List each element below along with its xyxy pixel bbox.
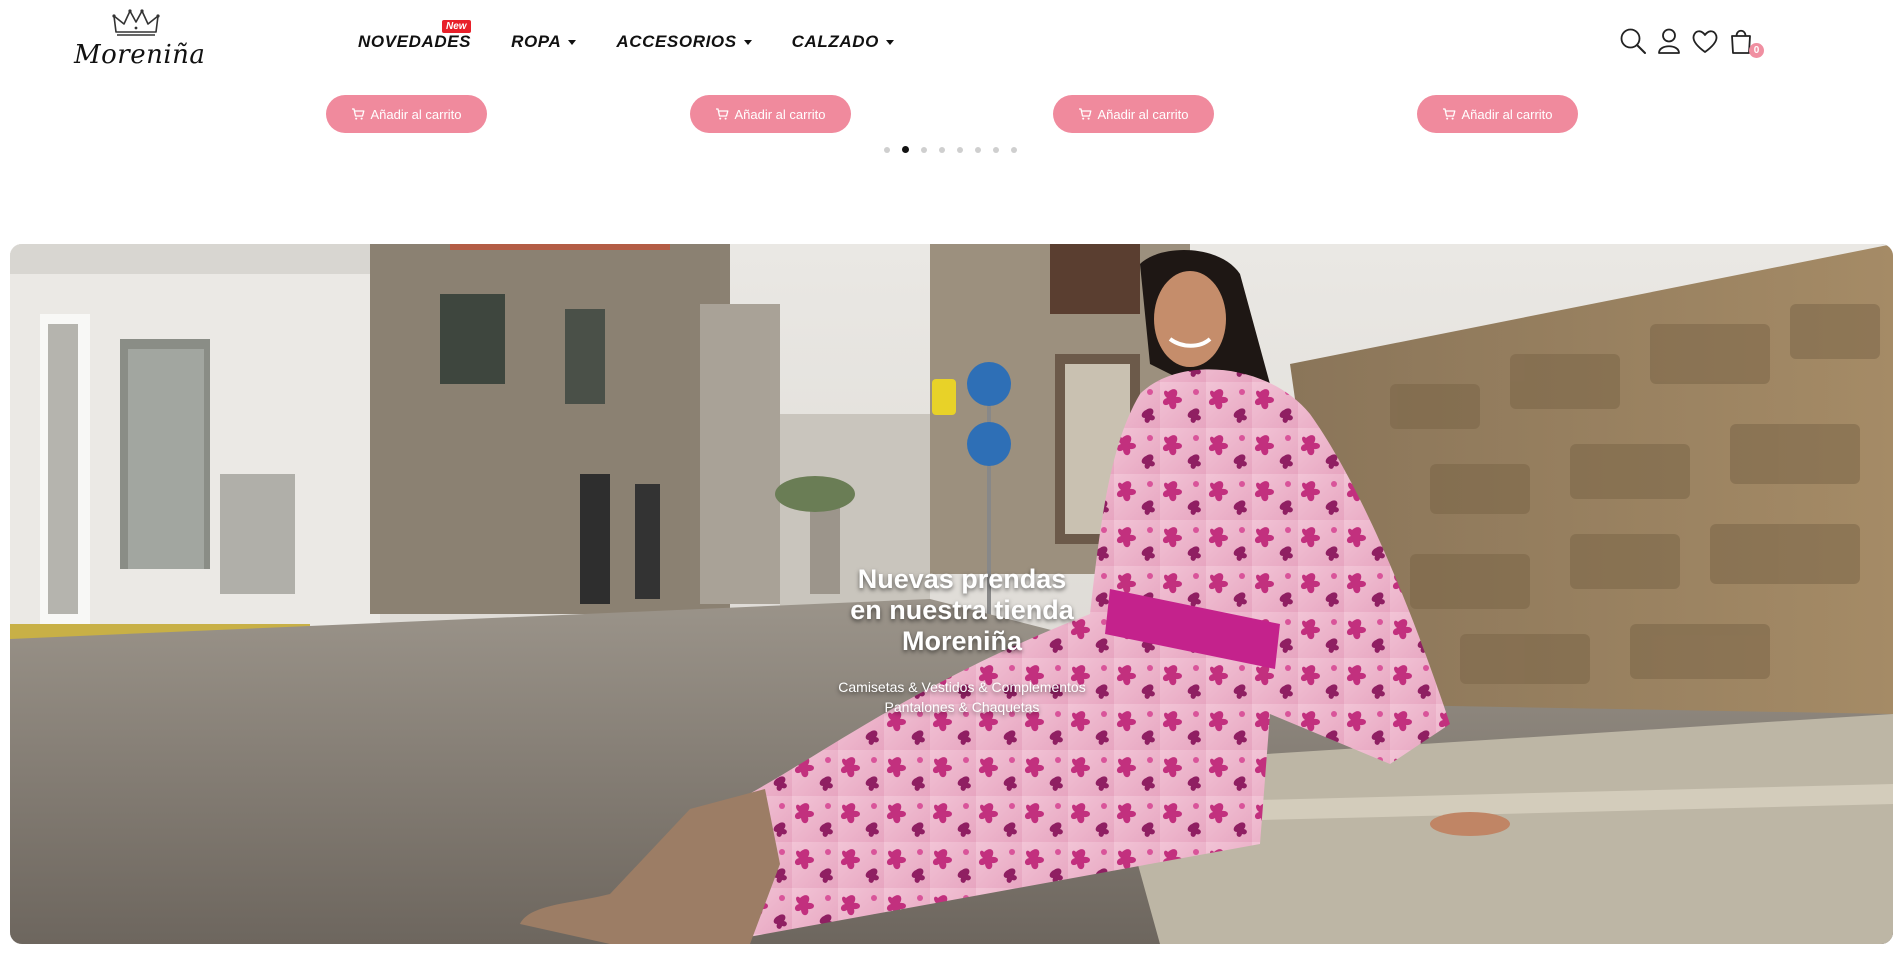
nav-item-calzado[interactable]: CALZADO (792, 32, 894, 52)
caret-down-icon (885, 39, 894, 45)
add-to-cart-label: Añadir al carrito (734, 106, 826, 122)
cart-icon (716, 108, 729, 120)
nav-item-ropa[interactable]: ROPA (511, 32, 577, 52)
hero-subtitle-line: Camisetas & Vestidos & Complementos (838, 679, 1086, 695)
add-to-cart-button[interactable]: Añadir al carrito (690, 95, 851, 133)
nav-item-novedades[interactable]: NOVEDADES New (358, 20, 472, 52)
user-icon[interactable] (1654, 26, 1684, 56)
main-nav: NOVEDADES New ROPA ACCESORIOS CALZADO (358, 20, 934, 52)
hero-caption: Nuevas prendas en nuestra tienda Moreniñ… (812, 564, 1112, 717)
hero-title-line: en nuestra tienda (850, 595, 1074, 625)
cart-count-badge: 0 (1749, 43, 1764, 58)
carousel-dot[interactable] (884, 146, 890, 153)
caret-down-icon (743, 39, 752, 45)
carousel-dot[interactable] (957, 146, 963, 153)
nav-item-label: ACCESORIOS (616, 32, 737, 51)
hero-title: Nuevas prendas en nuestra tienda Moreniñ… (812, 564, 1112, 657)
cart-icon (1443, 108, 1456, 120)
hero-banner[interactable]: Nuevas prendas en nuestra tienda Moreniñ… (10, 244, 1893, 944)
nav-item-accesorios[interactable]: ACCESORIOS (616, 32, 752, 52)
add-to-cart-label: Añadir al carrito (1461, 106, 1553, 122)
shopping-bag-icon[interactable]: 0 (1726, 26, 1764, 58)
add-to-cart-label: Añadir al carrito (370, 106, 462, 122)
header-actions: 0 (1618, 26, 1764, 58)
site-header: Moreniña NOVEDADES New ROPA ACCESORIOS C… (0, 0, 1903, 90)
add-to-cart-label: Añadir al carrito (1097, 106, 1189, 122)
crown-icon (112, 9, 160, 36)
hero-subtitle: Camisetas & Vestidos & Complementos Pant… (812, 677, 1112, 717)
product-carousel-actions: Añadir al carrito Añadir al carrito Añad… (0, 95, 1903, 135)
nav-item-label: ROPA (511, 32, 562, 51)
cart-icon (1079, 108, 1092, 120)
hero-subtitle-line: Pantalones & Chaquetas (884, 699, 1040, 715)
hero-title-line: Nuevas prendas (857, 564, 1067, 594)
carousel-dot[interactable] (902, 146, 909, 153)
hero-title-line: Moreniña (901, 626, 1022, 656)
carousel-dot[interactable] (993, 146, 999, 153)
add-to-cart-button[interactable]: Añadir al carrito (326, 95, 487, 133)
search-icon[interactable] (1618, 26, 1648, 56)
carousel-pagination (884, 146, 1029, 153)
heart-icon[interactable] (1690, 26, 1720, 56)
nav-item-label: NOVEDADES (358, 32, 472, 51)
caret-down-icon (568, 39, 577, 45)
nav-item-label: CALZADO (791, 32, 879, 51)
new-badge: New (442, 20, 471, 33)
carousel-dot[interactable] (975, 146, 981, 153)
brand-logo[interactable]: Moreniña (74, 8, 206, 78)
carousel-dot[interactable] (939, 146, 945, 153)
carousel-dot[interactable] (1011, 146, 1017, 153)
add-to-cart-button[interactable]: Añadir al carrito (1053, 95, 1214, 133)
cart-icon (352, 108, 365, 120)
brand-name: Moreniña (74, 40, 206, 70)
add-to-cart-button[interactable]: Añadir al carrito (1417, 95, 1578, 133)
carousel-dot[interactable] (921, 146, 927, 153)
